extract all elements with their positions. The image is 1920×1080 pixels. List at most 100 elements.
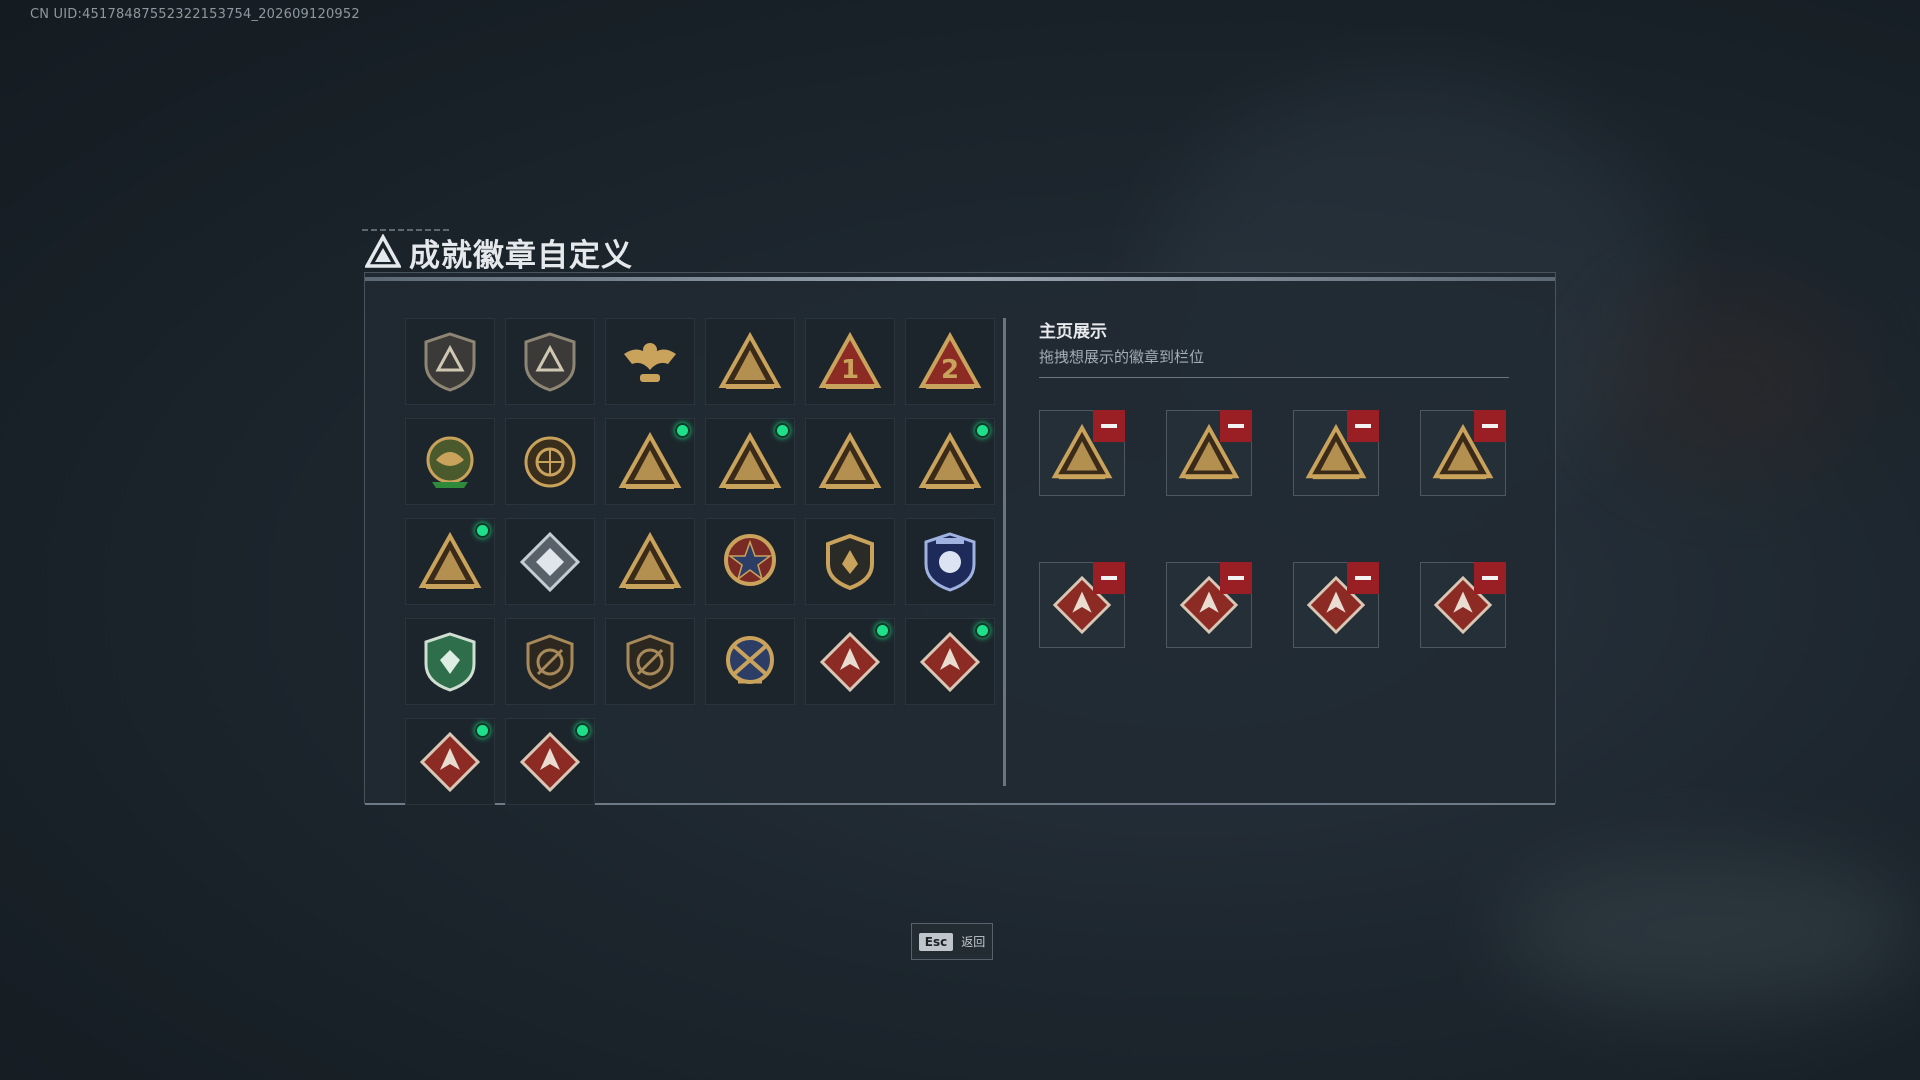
silver-diamond-badge-icon [519,531,581,592]
showcase-slot[interactable] [1420,410,1506,496]
dragon-emblem-badge-icon [426,436,474,488]
wave-triangle-badge-icon [418,531,482,589]
showcase-slot[interactable] [1166,562,1252,648]
badge-cell[interactable] [505,318,595,405]
delta-logo-icon [365,234,401,268]
minus-icon [1101,576,1117,580]
new-indicator-dot [475,523,490,538]
badge-cell[interactable] [405,618,495,705]
remove-badge-button[interactable] [1093,410,1125,442]
star-medal-badge-icon [724,533,776,586]
eagle-badge-icon [624,342,676,382]
showcase-slots [1039,410,1509,648]
showcase-subtitle: 拖拽想展示的徽章到栏位 [1039,348,1205,366]
badge-inventory-grid: 1 2 [405,318,995,805]
showcase-slot[interactable] [1293,410,1379,496]
rifle-shield-alt-badge-icon [626,633,674,690]
dragon-diamond-badge-icon [919,631,981,692]
badge-cell[interactable] [505,418,595,505]
panel-divider [1003,318,1006,786]
badge-cell[interactable] [405,318,495,405]
panel-top-bar [365,277,1555,281]
new-indicator-dot [875,623,890,638]
badge-cell[interactable] [905,518,995,605]
rocket-triangle-badge-icon [918,431,982,489]
page-title: 成就徽章自定义 [409,237,633,274]
globe-emblem-badge-icon [524,436,576,487]
svg-text:2: 2 [941,355,959,385]
rifle-shield-badge-icon [526,633,574,690]
blue-police-badge-icon [924,531,976,592]
new-indicator-dot [975,623,990,638]
badge-cell[interactable] [805,418,895,505]
badge-cell[interactable] [905,418,995,505]
badge-cell[interactable] [805,618,895,705]
new-indicator-dot [975,423,990,438]
new-indicator-dot [775,423,790,438]
uid-label: CN UID:451784875523221537​54_20260912095… [30,7,360,22]
soldier-triangle-badge-icon [618,431,682,489]
minus-icon [1228,576,1244,580]
badge-cell[interactable]: 1 [805,318,895,405]
badge-cell[interactable] [405,518,495,605]
badge-cell[interactable] [605,618,695,705]
minus-icon [1228,424,1244,428]
back-label: 返回 [961,935,986,949]
runner-diamond-badge-icon [419,731,481,792]
badge-cell[interactable] [405,718,495,805]
badge-cell[interactable] [505,718,595,805]
remove-badge-button[interactable] [1347,410,1379,442]
green-shield-badge-icon [424,631,476,692]
badge-cell[interactable] [605,318,695,405]
badge-cell[interactable] [505,618,595,705]
squad-triangle-badge-icon [818,431,882,489]
showcase-divider [1039,377,1509,378]
tent-triangle-badge-icon [718,331,782,389]
badge-cell[interactable] [805,518,895,605]
page-header: 成就徽章自定义 [365,232,633,274]
minus-icon [1355,424,1371,428]
showcase-slot[interactable] [1420,562,1506,648]
badge-cell[interactable] [705,418,795,505]
minus-icon [1101,424,1117,428]
svg-text:1: 1 [841,355,859,385]
wolf-diamond-badge-icon [819,631,881,692]
badge-cell[interactable] [505,518,595,605]
showcase-slot[interactable] [1293,562,1379,648]
badge-cell[interactable] [905,618,995,705]
homepage-showcase: 主页展示 拖拽想展示的徽章到栏位 [1039,317,1509,648]
minus-icon [1482,424,1498,428]
showcase-slot[interactable] [1166,410,1252,496]
esc-key-icon: Esc [918,932,954,951]
showcase-slot[interactable] [1039,410,1125,496]
new-indicator-dot [475,723,490,738]
showcase-title: 主页展示 [1039,322,1107,342]
new-indicator-dot [675,423,690,438]
minus-icon [1355,576,1371,580]
back-button[interactable]: Esc 返回 [911,923,993,960]
remove-badge-button[interactable] [1220,562,1252,594]
new-indicator-dot [575,723,590,738]
badge-cell[interactable] [705,318,795,405]
wrench-diamond-badge-icon [519,731,581,792]
extinguisher-triangle-badge-icon [618,531,682,589]
remove-badge-button[interactable] [1220,410,1252,442]
remove-badge-button[interactable] [1474,410,1506,442]
badge-cell[interactable] [605,418,695,505]
remove-badge-button[interactable] [1474,562,1506,594]
badge-cell[interactable] [705,518,795,605]
rank-1-triangle-badge-icon: 1 [818,331,882,389]
badge-cell[interactable] [605,518,695,605]
badge-cell[interactable] [705,618,795,705]
badge-cell[interactable] [405,418,495,505]
remove-badge-button[interactable] [1347,562,1379,594]
badge-cell[interactable]: 2 [905,318,995,405]
crest-shield-badge-icon [826,533,874,590]
remove-badge-button[interactable] [1093,562,1125,594]
hexagon-triangle-badge-icon [718,431,782,489]
minus-icon [1482,576,1498,580]
showcase-slot[interactable] [1039,562,1125,648]
crossed-medal-badge-icon [726,635,774,684]
rank-2-triangle-badge-icon: 2 [918,331,982,389]
helicopter-shield-badge-icon [524,331,576,392]
